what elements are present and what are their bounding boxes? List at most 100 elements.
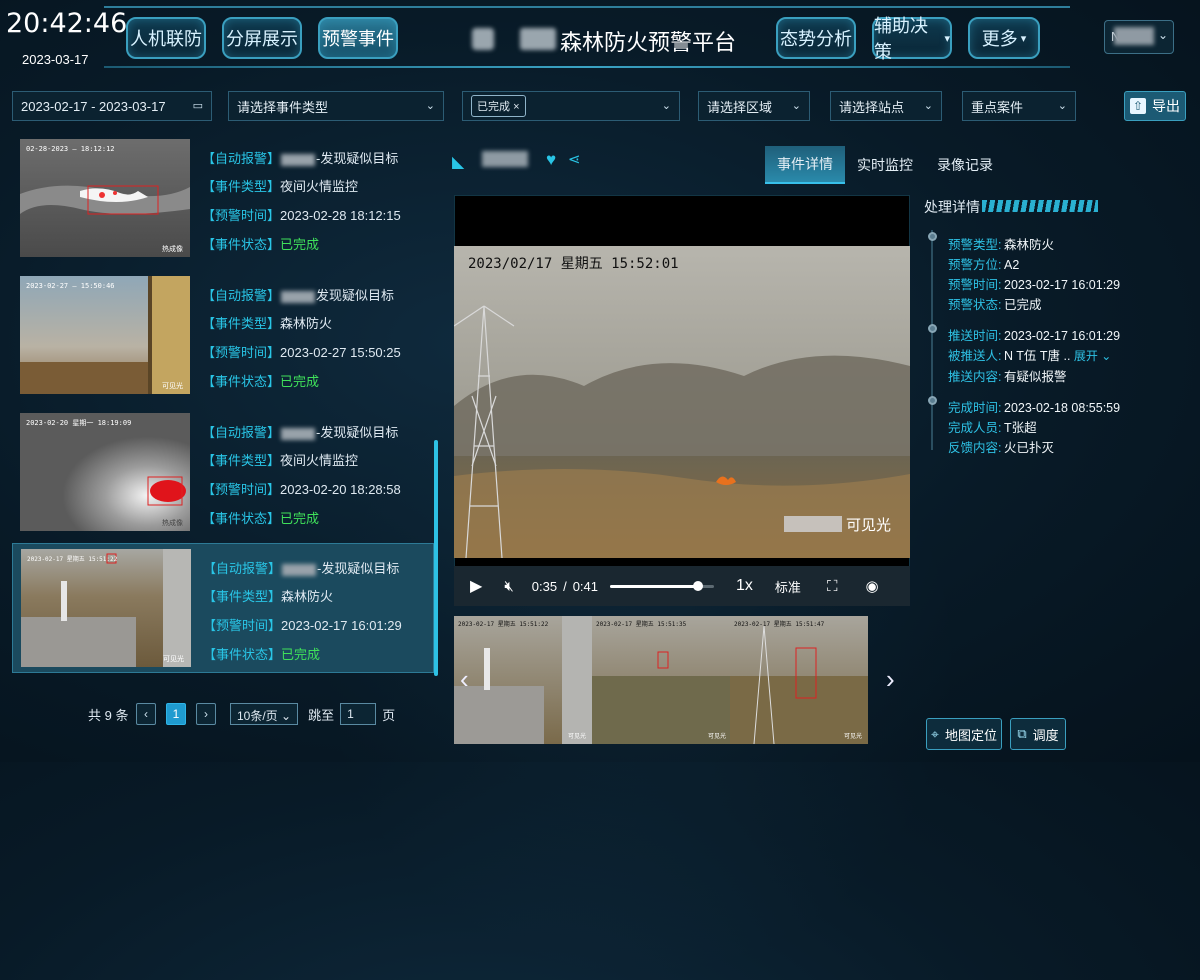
event-type-select[interactable]: 请选择事件类型 ⌄ <box>228 91 444 121</box>
favorite-icon[interactable]: ♥ <box>546 150 556 170</box>
strip-corner-label: 可见光 <box>708 732 726 740</box>
nav-more[interactable]: 更多 ▾ <box>968 17 1040 59</box>
status-select[interactable]: 已完成 × ⌄ <box>462 91 680 121</box>
thumbnail-caption: 2023-02-20 星期一 18:19:09 <box>26 419 131 427</box>
event-list-scrollbar[interactable] <box>434 440 438 676</box>
region-placeholder: 请选择区域 <box>707 99 773 115</box>
nav-human-machine-defense[interactable]: 人机联防 <box>126 17 206 59</box>
page-button-current[interactable]: 1 <box>166 703 186 725</box>
timeline-dot <box>928 396 937 405</box>
status-tag[interactable]: 已完成 × <box>471 95 526 117</box>
dispatch-button[interactable]: ⧉ 调度 <box>1010 718 1066 750</box>
map-locate-button[interactable]: ⌖ 地图定位 <box>926 718 1002 750</box>
strip-thumb[interactable] <box>730 616 868 744</box>
strip-caption: 2023-02-17 星期五 15:51:47 <box>734 620 825 628</box>
region-select[interactable]: 请选择区域 ⌄ <box>698 91 810 121</box>
nav-more-label: 更多 <box>981 29 1018 49</box>
pagination-total: 共 9 条 <box>88 707 129 723</box>
calendar-icon: ▭ <box>192 100 203 112</box>
tab-event-details[interactable]: 事件详情 <box>765 146 845 184</box>
event-card-selected[interactable]: 2023-02-17 星期五 15:51:22 可见光 【自动报警】 -发现疑似目… <box>12 543 434 673</box>
video-thumbnail-strip: 2023-02-17 星期五 15:51:22 2023-02-17 星期五 1… <box>454 616 868 744</box>
chevron-right-icon[interactable]: › <box>886 664 895 695</box>
fullscreen-icon[interactable]: ⛶ <box>827 578 838 595</box>
event-thumbnail: 2023-02-17 星期五 15:51:22 可见光 <box>21 549 191 667</box>
snapshot-icon[interactable]: ◉ <box>865 577 878 595</box>
upload-icon: ⇧ <box>1130 98 1146 114</box>
thumbnail-caption: 2023-02-27 — 15:50:46 <box>26 282 115 290</box>
detail-row: 预警状态: 已完成 <box>948 298 1042 312</box>
camera-icon: ◣ <box>452 154 465 171</box>
detail-row: 反馈内容: 火已扑灭 <box>948 441 1055 455</box>
station-select[interactable]: 请选择站点 ⌄ <box>830 91 942 121</box>
export-label: 导出 <box>1152 98 1180 114</box>
play-icon[interactable]: ▶ <box>470 576 482 596</box>
event-thumbnail: 2023-02-27 — 15:50:46 可见光 <box>20 276 190 394</box>
page-size-value: 10条/页 <box>237 709 278 723</box>
jump-label: 跳至 <box>308 707 335 723</box>
video-progress-fill <box>610 584 699 588</box>
event-thumbnail: 02-28-2023 — 18:12:12 热成像 <box>20 139 190 257</box>
chevron-down-icon: ⌄ <box>791 100 801 112</box>
share-icon[interactable]: ⋖ <box>568 150 581 168</box>
jump-page-input[interactable]: 1 <box>340 703 377 725</box>
video-overlay-time: 2023/02/17 星期五 15:52:01 <box>468 256 679 272</box>
chevron-right-icon[interactable]: › <box>196 703 216 725</box>
event-status: 【事件状态】已完成 <box>203 647 321 662</box>
status-tag-label: 已完成 <box>477 101 510 113</box>
chevron-left-icon[interactable]: ‹ <box>460 664 469 695</box>
time-separator: / <box>563 578 567 594</box>
video-controls: ▶ 🔇︎ 0:35 / 0:41 1x 标准 ⛶ ◉ <box>454 566 910 606</box>
redacted-name <box>520 28 556 50</box>
nav-alert-events[interactable]: 预警事件 <box>318 17 398 59</box>
tab-recordings[interactable]: 录像记录 <box>930 146 1000 184</box>
redacted-username <box>1114 27 1154 45</box>
chevron-down-icon: ⌄ <box>277 709 292 723</box>
event-time: 【预警时间】2023-02-17 16:01:29 <box>203 618 402 633</box>
chevron-left-icon[interactable]: ‹ <box>136 703 156 725</box>
org-chart-icon: ⧉ <box>1017 726 1027 741</box>
key-case-value: 重点案件 <box>971 99 1024 115</box>
event-card[interactable]: 2023-02-27 — 15:50:46 可见光 【自动报警】 发现疑似目标 【… <box>12 271 434 401</box>
detail-row: 预警时间: 2023-02-17 16:01:29 <box>948 278 1121 292</box>
strip-thumb[interactable] <box>454 616 592 744</box>
chevron-down-icon: ⌄ <box>661 100 671 112</box>
dispatch-label: 调度 <box>1032 727 1059 743</box>
strip-thumb[interactable] <box>592 616 730 744</box>
tab-live-monitor[interactable]: 实时监控 <box>850 146 920 184</box>
expand-link[interactable]: 展开 ⌄ <box>1074 349 1111 363</box>
playback-speed[interactable]: 1x <box>736 577 753 595</box>
event-time: 【预警时间】2023-02-27 15:50:25 <box>202 345 401 360</box>
details-timeline <box>931 230 933 450</box>
chevron-down-icon: ⌄ <box>1158 28 1169 42</box>
video-corner-label: 可见光 <box>846 516 891 534</box>
chevron-down-icon: ⌄ <box>923 100 933 112</box>
strip-caption: 2023-02-17 星期五 15:51:35 <box>596 620 687 628</box>
event-type-placeholder: 请选择事件类型 <box>237 99 329 115</box>
chevron-down-icon: ▾ <box>1020 32 1027 45</box>
detail-row: 推送时间: 2023-02-17 16:01:29 <box>948 329 1121 343</box>
event-thumbnail: 2023-02-20 星期一 18:19:09 热成像 <box>20 413 190 531</box>
nav-situation-analysis[interactable]: 态势分析 <box>776 17 856 59</box>
nav-decision-support[interactable]: 辅助决策 ▾ <box>872 16 952 62</box>
close-icon[interactable]: × <box>513 101 519 113</box>
event-card[interactable]: 02-28-2023 — 18:12:12 热成像 【自动报警】 -发现疑似目标 … <box>12 134 434 264</box>
key-case-select[interactable]: 重点案件 ⌄ <box>962 91 1076 121</box>
chevron-down-icon: ⌄ <box>1057 100 1067 112</box>
mute-icon[interactable]: 🔇︎ <box>504 578 513 595</box>
timeline-dot <box>928 324 937 333</box>
thumbnail-corner-label: 热成像 <box>162 244 183 253</box>
thumbnail-caption: 02-28-2023 — 18:12:12 <box>26 145 115 153</box>
export-button[interactable]: ⇧ 导出 <box>1124 91 1186 121</box>
date-range-input[interactable]: 2023-02-17 - 2023-03-17 ▭ <box>12 91 212 121</box>
details-title-decoration <box>982 200 1098 212</box>
nav-split-screen[interactable]: 分屏展示 <box>222 17 302 59</box>
detail-row: 预警方位: A2 <box>948 258 1020 272</box>
event-card[interactable]: 2023-02-20 星期一 18:19:09 热成像 【自动报警】 -发现疑似目… <box>12 408 434 538</box>
timeline-dot <box>928 232 937 241</box>
page-size-select[interactable]: 10条/页 ⌄ <box>230 703 299 725</box>
quality-select[interactable]: 标准 <box>775 577 801 596</box>
page-unit: 页 <box>382 707 396 723</box>
video-progress-handle[interactable] <box>693 580 704 591</box>
video-progress-bar[interactable] <box>610 580 715 591</box>
